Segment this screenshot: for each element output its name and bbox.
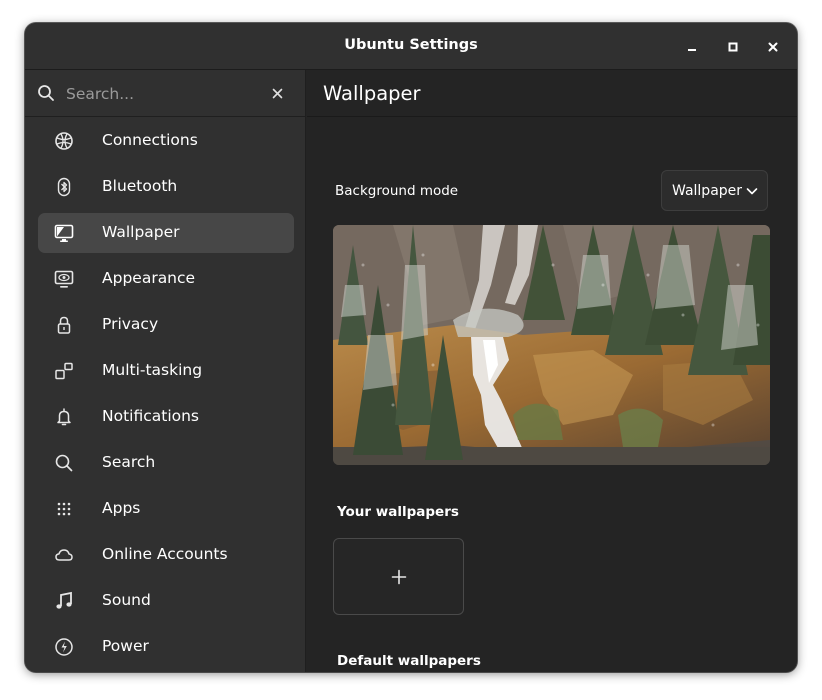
sidebar-item-label: Notifications bbox=[102, 407, 200, 425]
sidebar-item-label: Appearance bbox=[102, 269, 196, 287]
clear-search-icon[interactable] bbox=[272, 88, 283, 99]
maximize-button[interactable] bbox=[722, 36, 744, 58]
cloud-icon bbox=[54, 545, 74, 565]
minimize-button[interactable] bbox=[681, 36, 703, 58]
sidebar-item-label: Multi-tasking bbox=[102, 361, 203, 379]
page-title: Wallpaper bbox=[323, 82, 421, 105]
sidebar-item-bluetooth[interactable]: Bluetooth bbox=[38, 167, 294, 207]
sidebar-item-label: Privacy bbox=[102, 315, 159, 333]
add-wallpaper-button[interactable] bbox=[333, 538, 464, 615]
search-icon bbox=[38, 85, 54, 101]
sidebar-item-apps[interactable]: Apps bbox=[38, 489, 294, 529]
sidebar-search-bar: Search... bbox=[25, 70, 306, 117]
sidebar-item-label: Apps bbox=[102, 499, 141, 517]
bluetooth-icon bbox=[54, 177, 74, 197]
sidebar-item-appearance[interactable]: Appearance bbox=[38, 259, 294, 299]
sidebar-item-sound[interactable]: Sound bbox=[38, 581, 294, 621]
sidebar-item-wallpaper[interactable]: Wallpaper bbox=[38, 213, 294, 253]
sidebar-item-label: Connections bbox=[102, 131, 198, 149]
sidebar-item-label: Wallpaper bbox=[102, 223, 180, 241]
your-wallpapers-heading: Your wallpapers bbox=[337, 504, 459, 520]
bell-icon bbox=[54, 407, 74, 427]
power-icon bbox=[54, 637, 74, 657]
sidebar-item-notifications[interactable]: Notifications bbox=[38, 397, 294, 437]
settings-window: Ubuntu Settings Search... Connections Bl… bbox=[25, 23, 797, 672]
sidebar-item-online-accounts[interactable]: Online Accounts bbox=[38, 535, 294, 575]
sidebar-item-connections[interactable]: Connections bbox=[38, 121, 294, 161]
apps-grid-icon bbox=[54, 499, 74, 519]
close-icon bbox=[768, 42, 778, 52]
search-input[interactable]: Search... bbox=[66, 85, 134, 103]
waterfall-wallpaper-image bbox=[333, 225, 770, 465]
maximize-icon bbox=[728, 42, 738, 52]
content-header: Wallpaper bbox=[307, 70, 797, 117]
appearance-icon bbox=[54, 269, 74, 289]
title-bar[interactable]: Ubuntu Settings bbox=[25, 23, 797, 70]
sidebar-item-search[interactable]: Search bbox=[38, 443, 294, 483]
sidebar-item-label: Power bbox=[102, 637, 149, 655]
wallpaper-preview bbox=[333, 225, 770, 465]
background-mode-label: Background mode bbox=[335, 183, 459, 199]
sidebar-item-label: Bluetooth bbox=[102, 177, 178, 195]
main-content: Wallpaper Background mode Wallpaper Your… bbox=[307, 70, 797, 672]
background-mode-value: Wallpaper bbox=[672, 183, 743, 199]
lock-icon bbox=[54, 315, 74, 335]
network-globe-icon bbox=[54, 131, 74, 151]
plus-icon bbox=[391, 569, 406, 584]
sidebar-item-label: Search bbox=[102, 453, 156, 471]
search-icon bbox=[54, 453, 74, 473]
sidebar-item-label: Online Accounts bbox=[102, 545, 228, 563]
background-mode-dropdown[interactable]: Wallpaper bbox=[661, 170, 768, 211]
sidebar: Search... Connections Bluetooth Wallpape… bbox=[25, 70, 306, 672]
sidebar-item-power[interactable]: Power bbox=[38, 627, 294, 667]
close-button[interactable] bbox=[762, 36, 784, 58]
sidebar-item-privacy[interactable]: Privacy bbox=[38, 305, 294, 345]
multitasking-icon bbox=[54, 361, 74, 381]
sidebar-item-multitasking[interactable]: Multi-tasking bbox=[38, 351, 294, 391]
default-wallpapers-heading: Default wallpapers bbox=[337, 653, 481, 669]
minimize-icon bbox=[688, 49, 696, 51]
sidebar-item-label: Sound bbox=[102, 591, 151, 609]
chevron-down-icon bbox=[746, 188, 758, 195]
monitor-wallpaper-icon bbox=[54, 223, 74, 243]
music-note-icon bbox=[54, 591, 74, 611]
